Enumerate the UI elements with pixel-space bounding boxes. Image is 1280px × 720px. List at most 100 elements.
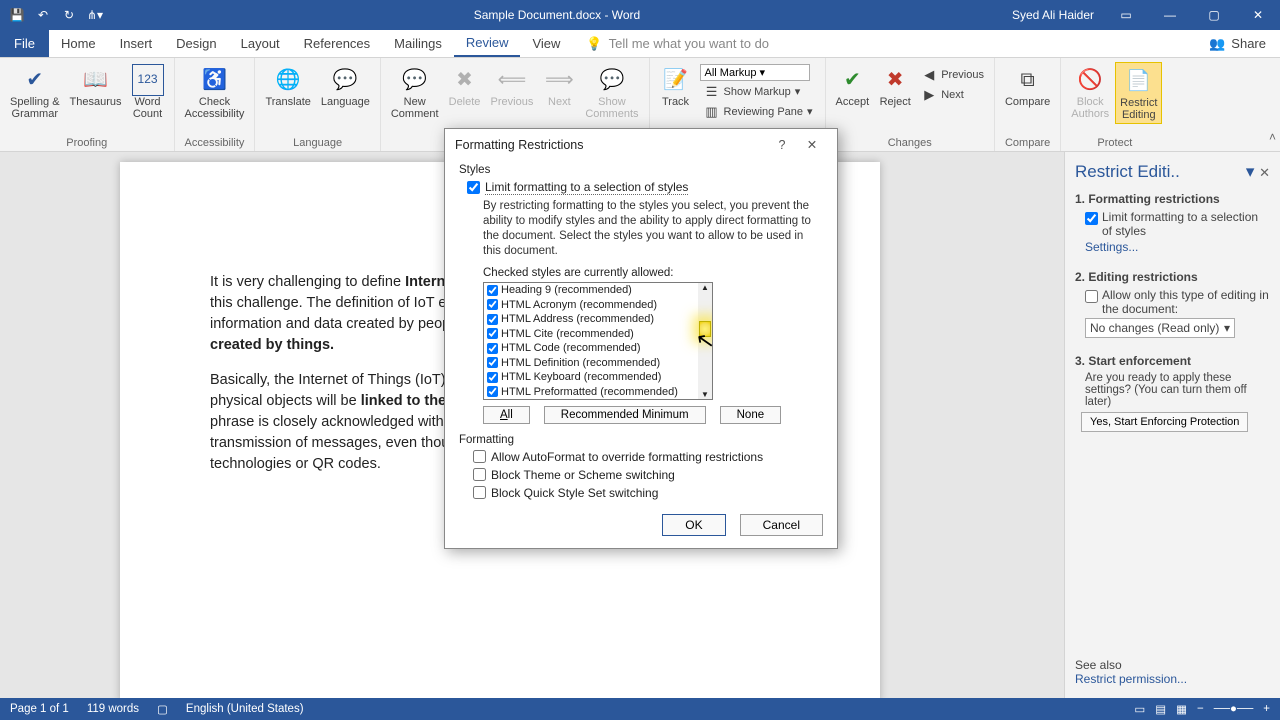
list-item[interactable]: HTML Code (recommended)	[484, 341, 698, 356]
reject-button[interactable]: ✖Reject	[875, 62, 915, 110]
styles-listbox[interactable]: Heading 9 (recommended) HTML Acronym (re…	[483, 282, 713, 400]
list-item[interactable]: HTML Sample (recommended)	[484, 399, 698, 400]
none-button[interactable]: None	[720, 406, 782, 424]
redo-icon[interactable]: ↻	[60, 6, 78, 24]
restrict-editing-button[interactable]: 📄Restrict Editing	[1115, 62, 1162, 124]
user-name[interactable]: Syed Ali Haider	[1002, 8, 1104, 22]
proofing-status-icon[interactable]: ▢	[157, 702, 168, 716]
section-2-header: 2. Editing restrictions	[1075, 270, 1270, 284]
list-item[interactable]: HTML Definition (recommended)	[484, 355, 698, 370]
scroll-up-icon[interactable]: ▲	[701, 283, 709, 292]
file-tab[interactable]: File	[0, 30, 49, 57]
list-item[interactable]: HTML Keyboard (recommended)	[484, 370, 698, 385]
zoom-in-icon[interactable]: +	[1263, 703, 1270, 715]
allow-only-checkbox[interactable]: Allow only this type of editing in the d…	[1085, 288, 1270, 316]
thesaurus-icon: 📖	[80, 64, 112, 96]
spelling-grammar-button[interactable]: ✔Spelling & Grammar	[6, 62, 64, 122]
ribbon-options-icon[interactable]: ▭	[1104, 8, 1148, 22]
allow-autoformat-checkbox[interactable]: Allow AutoFormat to override formatting …	[473, 450, 823, 464]
maximize-icon[interactable]: ▢	[1192, 8, 1236, 22]
zoom-out-icon[interactable]: −	[1197, 703, 1204, 715]
delete-comment-button[interactable]: ✖Delete	[445, 62, 485, 122]
language-status[interactable]: English (United States)	[186, 703, 304, 715]
close-pane-icon[interactable]: ✕	[1259, 165, 1270, 180]
thesaurus-button[interactable]: 📖Thesaurus	[66, 62, 126, 122]
group-proofing-label: Proofing	[6, 135, 168, 149]
collapse-ribbon-icon[interactable]: ˄	[1269, 130, 1276, 144]
group-changes-label: Changes	[832, 135, 988, 149]
zoom-slider[interactable]: ──●──	[1214, 703, 1254, 715]
customize-qat-icon[interactable]: ⋔▾	[86, 6, 104, 24]
save-icon[interactable]: 💾	[8, 6, 26, 24]
restrict-permission-link[interactable]: Restrict permission...	[1075, 672, 1187, 686]
scrollbar-thumb[interactable]	[699, 321, 711, 337]
show-comments-button[interactable]: 💬Show Comments	[581, 62, 642, 122]
tab-review[interactable]: Review	[454, 30, 521, 57]
word-count-status[interactable]: 119 words	[87, 703, 139, 715]
scroll-down-icon[interactable]: ▼	[701, 390, 709, 399]
prev-change-button[interactable]: ◀Previous	[917, 66, 988, 84]
tab-design[interactable]: Design	[164, 30, 228, 57]
word-count-button[interactable]: 123Word Count	[128, 62, 168, 122]
tell-me-search[interactable]: 💡Tell me what you want to do	[572, 30, 1195, 57]
checked-styles-label: Checked styles are currently allowed:	[483, 267, 823, 279]
reviewing-pane-button[interactable]: ▥Reviewing Pane ▾	[700, 103, 817, 121]
undo-icon[interactable]: ↶	[34, 6, 52, 24]
check-accessibility-button[interactable]: ♿Check Accessibility	[181, 62, 249, 122]
help-icon[interactable]: ?	[767, 138, 797, 152]
block-quickstyle-checkbox[interactable]: Block Quick Style Set switching	[473, 486, 823, 500]
listbox-scrollbar[interactable]: ▲ ▼	[698, 283, 712, 399]
tab-view[interactable]: View	[520, 30, 572, 57]
delete-comment-icon: ✖	[449, 64, 481, 96]
share-icon: 👥	[1209, 36, 1225, 52]
track-icon: 📝	[660, 64, 692, 96]
share-button[interactable]: 👥Share	[1195, 30, 1280, 57]
list-item[interactable]: Heading 9 (recommended)	[484, 283, 698, 298]
next-change-button[interactable]: ▶Next	[917, 86, 988, 104]
list-item[interactable]: HTML Cite (recommended)	[484, 326, 698, 341]
tab-references[interactable]: References	[292, 30, 382, 57]
all-button-rest: ll	[508, 409, 513, 421]
block-theme-checkbox[interactable]: Block Theme or Scheme switching	[473, 468, 823, 482]
web-layout-icon[interactable]: ▦	[1176, 702, 1187, 716]
accept-button[interactable]: ✔Accept	[832, 62, 874, 110]
tab-mailings[interactable]: Mailings	[382, 30, 454, 57]
translate-button[interactable]: 🌐Translate	[261, 62, 314, 110]
compare-icon: ⧉	[1012, 64, 1044, 96]
limit-formatting-checkbox[interactable]: Limit formatting to a selection of style…	[1085, 210, 1270, 238]
close-window-icon[interactable]: ✕	[1236, 8, 1280, 22]
tab-insert[interactable]: Insert	[108, 30, 165, 57]
close-dialog-icon[interactable]: ✕	[797, 137, 827, 152]
section-3-header: 3. Start enforcement	[1075, 354, 1270, 368]
next-comment-button[interactable]: ⟹Next	[539, 62, 579, 122]
show-markup-button[interactable]: ☰Show Markup ▾	[700, 83, 817, 101]
new-comment-icon: 💬	[399, 64, 431, 96]
ok-button[interactable]: OK	[662, 514, 725, 536]
display-for-review-select[interactable]: All Markup ▾	[700, 64, 810, 81]
tab-home[interactable]: Home	[49, 30, 108, 57]
chevron-down-icon: ▾	[1224, 321, 1230, 335]
list-item[interactable]: HTML Acronym (recommended)	[484, 297, 698, 312]
reviewing-pane-icon: ▥	[704, 104, 720, 120]
recommended-minimum-button[interactable]: Recommended Minimum	[544, 406, 706, 424]
all-button[interactable]: All	[483, 406, 530, 424]
track-changes-button[interactable]: 📝Track	[656, 62, 696, 123]
compare-button[interactable]: ⧉Compare	[1001, 62, 1054, 110]
start-enforcing-button[interactable]: Yes, Start Enforcing Protection	[1081, 412, 1248, 432]
list-item[interactable]: HTML Address (recommended)	[484, 312, 698, 327]
tab-layout[interactable]: Layout	[229, 30, 292, 57]
pane-title: Restrict Editi..▾ ✕	[1075, 162, 1270, 182]
language-button[interactable]: 💬Language	[317, 62, 374, 110]
print-layout-icon[interactable]: ▤	[1155, 702, 1166, 716]
read-mode-icon[interactable]: ▭	[1134, 702, 1145, 716]
page-status[interactable]: Page 1 of 1	[10, 703, 69, 715]
prev-comment-button[interactable]: ⟸Previous	[487, 62, 538, 122]
cancel-button[interactable]: Cancel	[740, 514, 823, 536]
editing-type-select[interactable]: No changes (Read only)▾	[1085, 318, 1235, 338]
limit-formatting-dialog-checkbox[interactable]: Limit formatting to a selection of style…	[467, 180, 823, 195]
list-item[interactable]: HTML Preformatted (recommended)	[484, 384, 698, 399]
new-comment-button[interactable]: 💬New Comment	[387, 62, 443, 122]
minimize-icon[interactable]: —	[1148, 8, 1192, 22]
block-authors-button[interactable]: 🚫Block Authors	[1067, 62, 1113, 124]
settings-link[interactable]: Settings...	[1085, 240, 1138, 254]
